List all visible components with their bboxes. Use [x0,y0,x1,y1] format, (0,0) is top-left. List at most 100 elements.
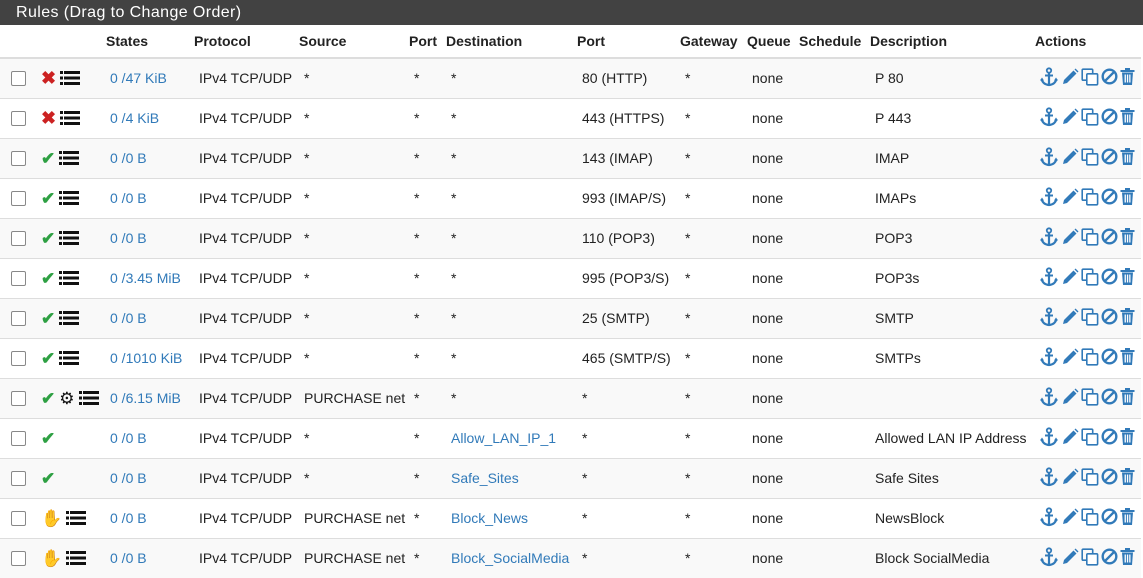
anchor-icon[interactable] [1039,386,1059,407]
anchor-icon[interactable] [1039,146,1059,167]
check-icon[interactable]: ✔ [41,470,55,487]
rule-checkbox[interactable] [11,191,26,206]
pencil-icon[interactable] [1061,68,1079,86]
rule-checkbox[interactable] [11,111,26,126]
anchor-icon[interactable] [1039,506,1059,527]
ban-icon[interactable] [1101,388,1118,405]
table-row[interactable]: ✔ 0 /1010 KiB IPv4 TCP/UDP * * * 465 (SMTP/S) *… [0,337,1141,378]
check-icon[interactable]: ✔ [41,310,55,327]
table-row[interactable]: ✔ 0 /3.45 MiB IPv4 TCP/UDP * * * 995 (POP3/S) *… [0,257,1141,298]
hand-icon[interactable]: ✋ [41,550,62,567]
ban-icon[interactable] [1101,468,1118,485]
copy-icon[interactable] [1081,467,1099,486]
table-row[interactable]: ✖ 0 /4 KiB IPv4 TCP/UDP * * * 443 (HTTPS) * none… [0,97,1141,138]
states-link[interactable]: 0 /6.15 MiB [110,390,181,406]
col-description[interactable]: Description [870,25,1035,59]
check-icon[interactable]: ✔ [41,390,55,407]
table-row[interactable]: ✔ 0 /0 B IPv4 TCP/UDP * * * 25 (SMTP) * none SMTP [0,297,1141,338]
ban-icon[interactable] [1101,188,1118,205]
col-protocol[interactable]: Protocol [194,25,299,59]
states-link[interactable]: 0 /0 B [110,510,147,526]
copy-icon[interactable] [1081,147,1099,166]
states-link[interactable]: 0 /4 KiB [110,110,159,126]
table-row[interactable]: ✔ 0 /0 B IPv4 TCP/UDP * * Safe_Sites * * none Saf… [0,457,1141,498]
states-link[interactable]: 0 /0 B [110,550,147,566]
trash-icon[interactable] [1120,68,1135,86]
pencil-icon[interactable] [1061,148,1079,166]
check-icon[interactable]: ✔ [41,270,55,287]
anchor-icon[interactable] [1039,547,1059,567]
rule-checkbox[interactable] [11,551,26,567]
trash-icon[interactable] [1120,348,1135,365]
trash-icon[interactable] [1120,268,1135,285]
anchor-icon[interactable] [1039,226,1059,247]
rule-checkbox[interactable] [11,231,26,246]
pencil-icon[interactable] [1061,468,1079,486]
trash-icon[interactable] [1120,428,1135,445]
destination-value[interactable]: Block_SocialMedia [451,550,569,566]
rule-checkbox[interactable] [11,351,26,366]
table-row[interactable]: ✔ 0 /0 B IPv4 TCP/UDP * * * 110 (POP3) * none POP… [0,217,1141,258]
states-link[interactable]: 0 /0 B [110,190,147,206]
ban-icon[interactable] [1101,108,1118,125]
states-link[interactable]: 0 /1010 KiB [110,350,182,366]
table-row[interactable]: ✖ 0 /47 KiB IPv4 TCP/UDP * * * 80 (HTTP) * none P… [0,57,1141,98]
check-icon[interactable]: ✔ [41,190,55,207]
pencil-icon[interactable] [1061,188,1079,206]
anchor-icon[interactable] [1039,266,1059,287]
col-gateway[interactable]: Gateway [680,25,747,59]
copy-icon[interactable] [1081,267,1099,286]
rule-checkbox[interactable] [11,471,26,486]
ban-icon[interactable] [1101,548,1118,565]
anchor-icon[interactable] [1039,186,1059,207]
col-source[interactable]: Source [299,25,409,59]
col-destination[interactable]: Destination [446,25,577,59]
ban-icon[interactable] [1101,308,1118,325]
col-queue[interactable]: Queue [747,25,799,59]
copy-icon[interactable] [1081,227,1099,246]
ban-icon[interactable] [1101,68,1118,85]
anchor-icon[interactable] [1039,67,1059,87]
table-row[interactable]: ✔ 0 /0 B IPv4 TCP/UDP * * Allow_LAN_IP_1 * * non… [0,417,1141,458]
table-row[interactable]: ✔ 0 /0 B IPv4 TCP/UDP * * * 993 (IMAP/S) * none I… [0,177,1141,218]
trash-icon[interactable] [1120,148,1135,165]
rule-checkbox[interactable] [11,311,26,326]
trash-icon[interactable] [1120,188,1135,205]
destination-value[interactable]: Safe_Sites [451,470,519,486]
table-row[interactable]: ✋ 0 /0 B IPv4 TCP/UDP PURCHASE net * Block_Ne… [0,497,1141,538]
rule-checkbox[interactable] [11,511,26,526]
states-link[interactable]: 0 /0 B [110,430,147,446]
ban-icon[interactable] [1101,428,1118,445]
trash-icon[interactable] [1120,548,1135,566]
col-schedule[interactable]: Schedule [799,25,870,59]
pencil-icon[interactable] [1061,548,1079,566]
states-link[interactable]: 0 /0 B [110,230,147,246]
pencil-icon[interactable] [1061,308,1079,326]
pencil-icon[interactable] [1061,508,1079,526]
x-mark-icon[interactable]: ✖ [41,69,56,87]
col-states[interactable]: States [106,25,194,59]
ban-icon[interactable] [1101,228,1118,245]
anchor-icon[interactable] [1039,106,1059,127]
check-icon[interactable]: ✔ [41,230,55,247]
copy-icon[interactable] [1081,107,1099,126]
hand-icon[interactable]: ✋ [41,510,62,527]
check-icon[interactable]: ✔ [41,430,55,447]
ban-icon[interactable] [1101,148,1118,165]
rule-checkbox[interactable] [11,271,26,286]
states-link[interactable]: 0 /0 B [110,470,147,486]
check-icon[interactable]: ✔ [41,350,55,367]
states-link[interactable]: 0 /0 B [110,150,147,166]
anchor-icon[interactable] [1039,306,1059,327]
rule-checkbox[interactable] [11,431,26,446]
trash-icon[interactable] [1120,228,1135,245]
col-dest-port[interactable]: Port [577,25,680,59]
copy-icon[interactable] [1081,347,1099,366]
table-row[interactable]: ✔ 0 /0 B IPv4 TCP/UDP * * * 143 (IMAP) * none IMA… [0,137,1141,178]
pencil-icon[interactable] [1061,428,1079,446]
copy-icon[interactable] [1081,427,1099,446]
copy-icon[interactable] [1081,307,1099,326]
rule-checkbox[interactable] [11,71,26,87]
ban-icon[interactable] [1101,268,1118,285]
col-source-port[interactable]: Port [409,25,446,59]
